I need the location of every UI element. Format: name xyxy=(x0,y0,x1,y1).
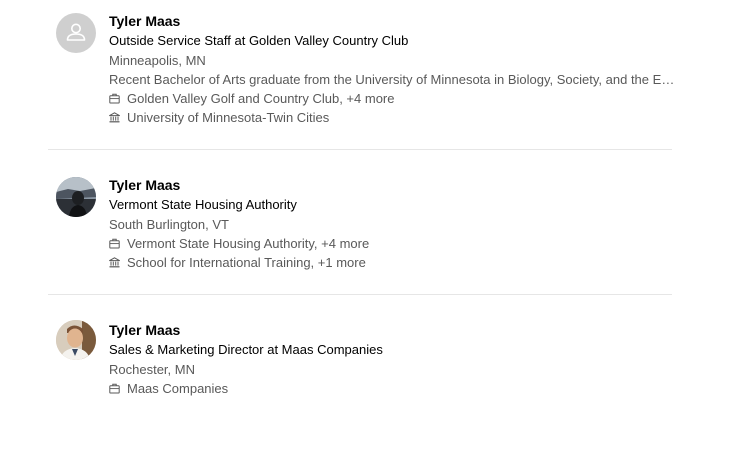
result-work: Maas Companies xyxy=(109,379,680,398)
result-headline: Vermont State Housing Authority xyxy=(109,197,297,212)
briefcase-icon xyxy=(109,93,120,104)
school-building-icon xyxy=(109,112,120,123)
placeholder-person-icon xyxy=(66,23,86,41)
result-location: Rochester, MN xyxy=(109,362,195,377)
search-result-item: Tyler Maas Vermont State Housing Authori… xyxy=(0,165,750,310)
result-work: Golden Valley Golf and Country Club, +4 … xyxy=(109,89,680,108)
result-work-text: Golden Valley Golf and Country Club, +4 … xyxy=(127,91,395,106)
avatar[interactable] xyxy=(56,177,96,217)
result-location: South Burlington, VT xyxy=(109,217,229,232)
result-headline: Outside Service Staff at Golden Valley C… xyxy=(109,33,409,48)
profile-photo xyxy=(56,320,96,360)
result-name[interactable]: Tyler Maas xyxy=(109,320,680,340)
result-name[interactable]: Tyler Maas xyxy=(109,175,680,195)
avatar[interactable] xyxy=(56,13,96,53)
result-location: Minneapolis, MN xyxy=(109,53,206,68)
result-divider xyxy=(48,149,672,150)
result-name[interactable]: Tyler Maas xyxy=(109,11,680,31)
briefcase-icon xyxy=(109,238,120,249)
result-headline: Sales & Marketing Director at Maas Compa… xyxy=(109,342,383,357)
result-school: School for International Training, +1 mo… xyxy=(109,253,680,272)
result-work-text: Vermont State Housing Authority, +4 more xyxy=(127,236,370,251)
result-work: Vermont State Housing Authority, +4 more xyxy=(109,234,680,253)
result-divider xyxy=(48,294,672,295)
school-building-icon xyxy=(109,257,120,268)
result-school-text: School for International Training, +1 mo… xyxy=(127,255,366,270)
profile-photo xyxy=(56,177,96,217)
search-result-item: Tyler Maas Outside Service Staff at Gold… xyxy=(0,0,750,145)
avatar[interactable] xyxy=(56,320,96,360)
briefcase-icon xyxy=(109,383,120,394)
result-summary: Recent Bachelor of Arts graduate from th… xyxy=(109,72,680,87)
result-school-text: University of Minnesota-Twin Cities xyxy=(127,110,330,125)
search-result-item: Tyler Maas Sales & Marketing Director at… xyxy=(0,310,750,455)
result-school: University of Minnesota-Twin Cities xyxy=(109,108,680,127)
result-work-text: Maas Companies xyxy=(127,381,229,396)
